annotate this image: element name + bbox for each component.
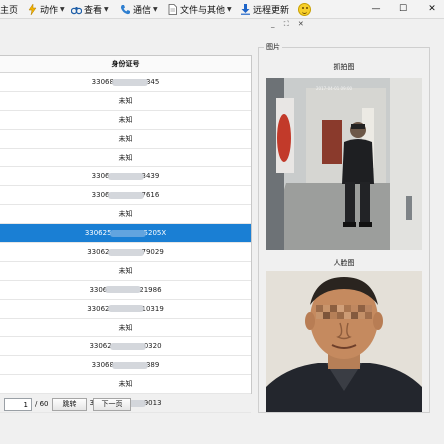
toolbar-files-menu[interactable]: 文件与其他 ▼ (167, 3, 232, 16)
table-row[interactable]: 3306 3439 (0, 167, 251, 187)
id-number-prefix: 330625 (84, 229, 112, 238)
table-row[interactable]: 未知 (0, 262, 251, 281)
next-page-button[interactable]: 下一页 (93, 398, 131, 411)
id-number-suffix: 389 (145, 361, 160, 370)
table-row[interactable]: 未知 (0, 205, 251, 225)
chevron-down-icon: ▼ (60, 6, 65, 13)
table-row[interactable]: 330625 5205X (0, 224, 251, 244)
redaction-blur (111, 361, 148, 369)
table-row[interactable]: 未知 (0, 111, 251, 130)
column-header-id-number[interactable]: 身份证号 (0, 56, 251, 73)
document-icon (167, 4, 178, 15)
redaction-blur (109, 342, 146, 350)
face-caption: 人脸图 (333, 259, 355, 267)
table-row[interactable]: 未知 (0, 92, 251, 111)
toolbar-remote-update[interactable]: 远程更新 (240, 3, 289, 16)
table-row[interactable]: 未知 (0, 149, 251, 168)
toolbar-view-menu[interactable]: 查看 ▼ (70, 3, 109, 16)
id-number-suffix: 79029 (141, 248, 164, 257)
id-number-cell: 未知 (118, 323, 133, 332)
id-number-cell: 未知 (118, 153, 133, 162)
table-row[interactable]: 3306 7616 (0, 186, 251, 206)
id-number-prefix: 33068 (91, 78, 114, 86)
jump-button[interactable]: 跳转 (52, 398, 87, 411)
id-number-prefix: 33062 (87, 248, 110, 257)
table-row[interactable]: 33068 345 (0, 73, 251, 92)
pager: / 60 跳转 下一页 (0, 398, 252, 412)
photo-group-title: 图片 (264, 42, 282, 52)
redaction-blur (107, 172, 144, 180)
id-number-suffix: 3439 (141, 172, 160, 181)
main-toolbar: 主页 动作 ▼ 查看 ▼ 通信 ▼ 文件与其他 ▼ 远程更新 — ☐ ✕ (0, 0, 444, 19)
id-number-cell: 未知 (118, 266, 133, 275)
redaction-blur (111, 78, 148, 86)
table-row[interactable]: 33062 79029 (0, 243, 251, 262)
toolbar-comm-menu[interactable]: 通信 ▼ (120, 3, 158, 16)
id-number-cell: 未知 (118, 134, 133, 143)
id-number-table: 身份证号 33068 345 未知 未知 未知 未知 3306 3439 3306 7616 未知 3… (0, 55, 252, 414)
id-number-suffix: 7616 (141, 191, 160, 200)
table-row[interactable]: 33068 389 (0, 356, 251, 376)
id-number-suffix: 21986 (139, 285, 162, 294)
table-row[interactable]: 33062 0320 (0, 337, 251, 357)
table-row[interactable]: 3306 21986 (0, 281, 251, 300)
toolbar-files-label: 文件与其他 (180, 6, 226, 16)
snapshot-image: 2017-04-01 09:00 (266, 78, 422, 250)
binoculars-icon (70, 4, 83, 15)
id-number-cell: 未知 (118, 115, 133, 124)
redaction-blur (109, 229, 146, 237)
table-row[interactable]: 未知 (0, 375, 251, 395)
lightning-icon (27, 3, 38, 16)
face-image (266, 271, 422, 412)
subwindow-maximize-button[interactable]: ⛶ (284, 20, 289, 28)
window-minimize-button[interactable]: — (369, 2, 383, 16)
snap-caption: 抓拍图 (333, 63, 355, 71)
phone-icon (120, 4, 131, 15)
id-number-prefix: 3306 (91, 191, 110, 200)
page-total-label: / 60 (35, 400, 49, 408)
chevron-down-icon: ▼ (153, 6, 158, 13)
id-number-cell: 未知 (118, 210, 133, 219)
table-row[interactable]: 33062 10319 (0, 300, 251, 319)
toolbar-actions-label: 动作 (40, 6, 59, 16)
id-number-prefix: 3306 (91, 172, 110, 181)
subwindow-controls: _ ⛶ ✕ (271, 20, 331, 30)
redaction-blur (107, 191, 144, 199)
table-row[interactable]: 未知 (0, 319, 251, 338)
table-row[interactable]: 未知 (0, 130, 251, 149)
id-number-suffix: 345 (145, 78, 160, 86)
svg-text:2017-04-01 09:00: 2017-04-01 09:00 (316, 86, 353, 91)
chevron-down-icon: ▼ (227, 6, 232, 13)
toolbar-view-label: 查看 (84, 6, 103, 16)
id-number-prefix: 33062 (89, 342, 112, 351)
window-maximize-button[interactable]: ☐ (396, 2, 410, 16)
id-number-prefix: 33062 (87, 304, 110, 313)
toolbar-home-label: 主页 (0, 6, 19, 16)
table-body: 33068 345 未知 未知 未知 未知 3306 3439 3306 7616 未知 330625… (0, 73, 251, 414)
redaction-blur (107, 248, 144, 256)
redaction-blur (105, 286, 142, 294)
chevron-down-icon: ▼ (104, 6, 109, 13)
id-number-cell: 未知 (118, 380, 133, 389)
subwindow-close-button[interactable]: ✕ (298, 20, 304, 28)
toolbar-remote-update-label: 远程更新 (253, 6, 290, 16)
id-number-suffix: 0320 (143, 342, 162, 351)
smiley-icon[interactable] (298, 3, 311, 16)
id-number-prefix: 33068 (91, 361, 114, 370)
window-close-button[interactable]: ✕ (425, 2, 439, 16)
id-number-suffix: 5205X (143, 229, 167, 238)
id-number-suffix: 10319 (141, 304, 164, 313)
redaction-blur (107, 305, 144, 313)
page-number-input[interactable] (4, 398, 32, 411)
toolbar-home[interactable]: 主页 (0, 3, 18, 16)
toolbar-comm-label: 通信 (133, 6, 152, 16)
id-number-cell: 未知 (118, 96, 133, 105)
download-arrow-icon (240, 4, 251, 15)
subwindow-minimize-button[interactable]: _ (271, 20, 275, 28)
toolbar-actions-menu[interactable]: 动作 ▼ (27, 3, 65, 16)
